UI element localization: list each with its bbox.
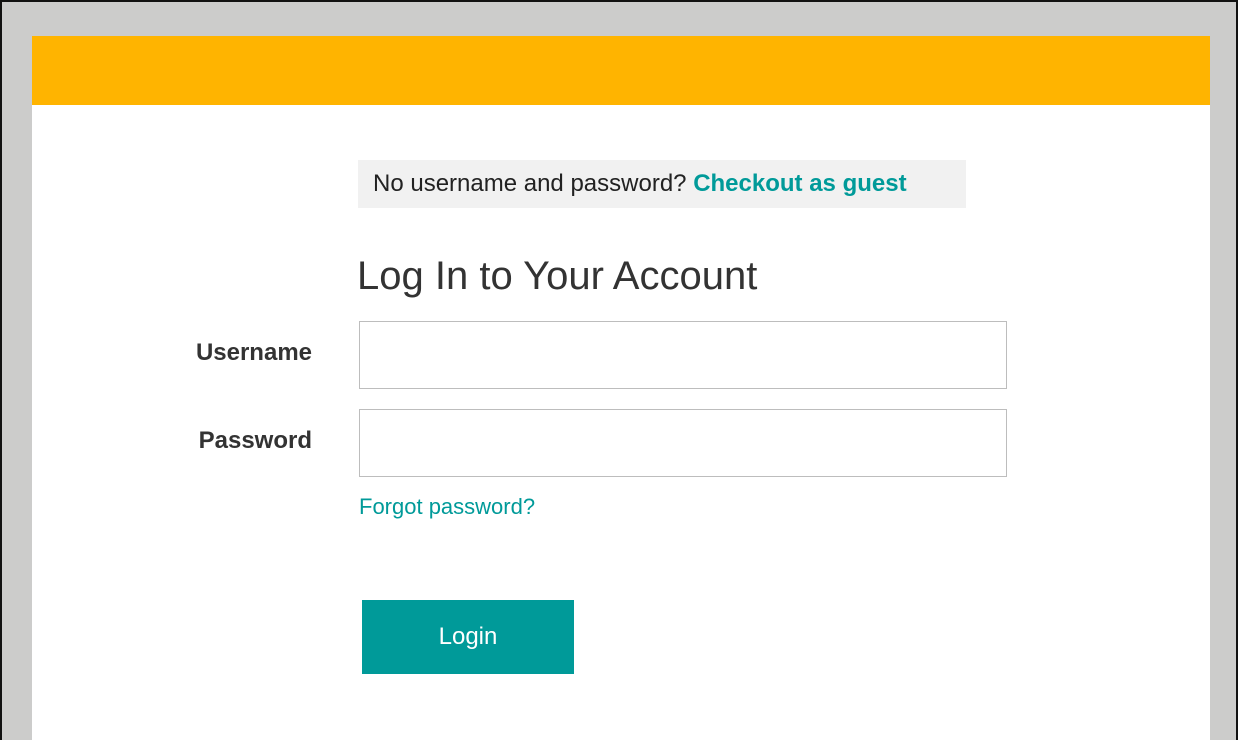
forgot-password-link[interactable]: Forgot password? — [359, 494, 535, 520]
page-title: Log In to Your Account — [357, 254, 758, 298]
username-label: Username — [195, 339, 312, 366]
guest-checkout-banner: No username and password? Checkout as gu… — [358, 160, 966, 208]
page-content: No username and password? Checkout as gu… — [32, 36, 1210, 740]
checkout-as-guest-link[interactable]: Checkout as guest — [693, 170, 906, 197]
guest-prompt-text: No username and password? — [373, 170, 687, 197]
password-label: Password — [198, 427, 312, 454]
browser-frame: No username and password? Checkout as gu… — [0, 0, 1238, 740]
password-input[interactable] — [359, 409, 1007, 477]
header-bar — [32, 36, 1210, 105]
username-input[interactable] — [359, 321, 1007, 389]
login-button[interactable]: Login — [362, 600, 574, 674]
